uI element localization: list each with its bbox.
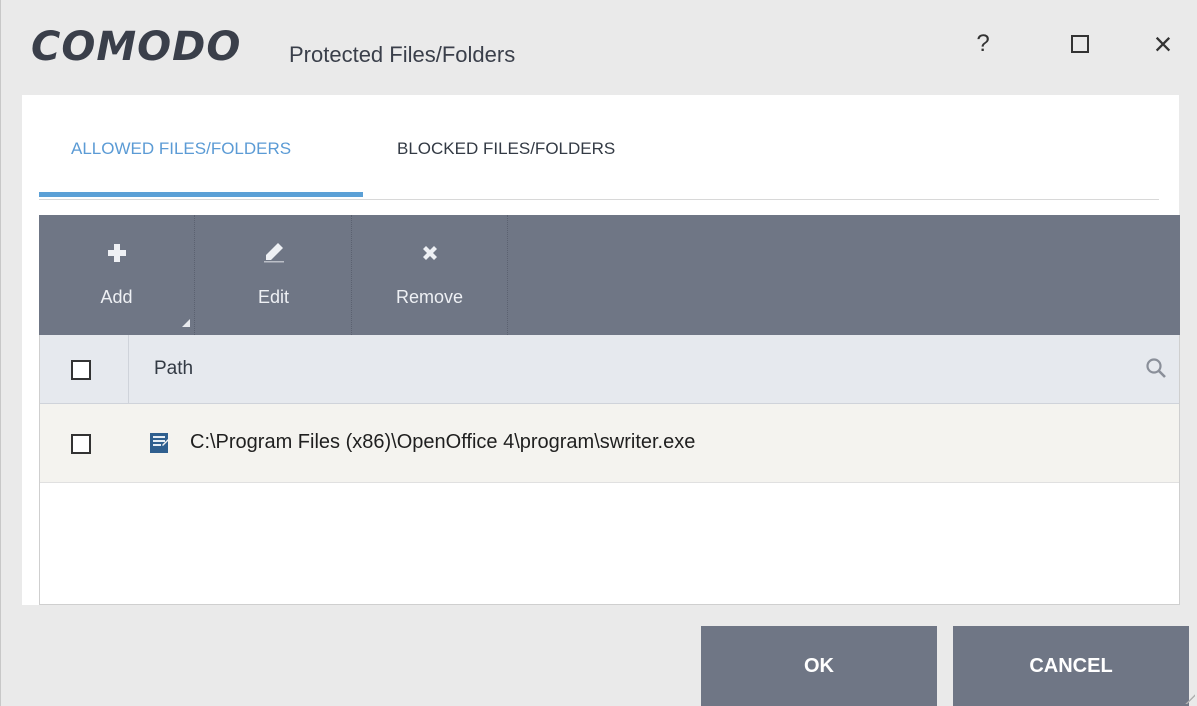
remove-label: Remove bbox=[395, 287, 464, 307]
active-tab-indicator bbox=[39, 192, 363, 197]
row-checkbox[interactable] bbox=[71, 434, 91, 454]
dropdown-arrow-icon bbox=[182, 319, 190, 327]
cancel-button[interactable]: CANCEL bbox=[953, 626, 1189, 706]
file-path: C:\Program Files (x86)\OpenOffice 4\prog… bbox=[190, 431, 696, 453]
edit-label: Edit bbox=[257, 287, 290, 307]
plus-icon bbox=[39, 239, 194, 270]
table-row[interactable]: C:\Program Files (x86)\OpenOffice 4\prog… bbox=[40, 404, 1179, 483]
column-header-path[interactable]: Path bbox=[154, 358, 193, 380]
tab-bar: ALLOWED FILES/FOLDERS BLOCKED FILES/FOLD… bbox=[39, 95, 1159, 200]
dialog-window: COMODO Protected Files/Folders ? × ALLOW… bbox=[0, 0, 1197, 706]
tab-blocked-files-folders[interactable]: BLOCKED FILES/FOLDERS bbox=[397, 139, 615, 159]
dialog-title: Protected Files/Folders bbox=[289, 42, 516, 67]
add-button[interactable]: Add bbox=[39, 215, 195, 335]
edit-button[interactable]: Edit bbox=[196, 215, 352, 335]
add-label: Add bbox=[100, 287, 133, 307]
remove-x-icon bbox=[352, 239, 507, 270]
comodo-logo: COMODO bbox=[31, 24, 242, 70]
openoffice-writer-file-icon bbox=[148, 431, 172, 455]
protected-files-table: Path C:\Program Files (x86)\OpenOffice 4… bbox=[39, 335, 1180, 605]
maximize-icon bbox=[1071, 35, 1089, 53]
pencil-icon bbox=[196, 239, 351, 270]
help-button[interactable]: ? bbox=[959, 22, 1007, 66]
close-icon: × bbox=[1153, 25, 1173, 62]
tab-allowed-files-folders[interactable]: ALLOWED FILES/FOLDERS bbox=[71, 139, 291, 159]
table-header: Path bbox=[40, 335, 1179, 404]
toolbar: Add Edit Remove bbox=[39, 215, 1180, 335]
title-bar: COMODO Protected Files/Folders ? × bbox=[1, 0, 1197, 90]
ok-button[interactable]: OK bbox=[701, 626, 937, 706]
search-icon[interactable] bbox=[1145, 357, 1167, 379]
maximize-button[interactable] bbox=[1056, 22, 1104, 66]
content-panel: ALLOWED FILES/FOLDERS BLOCKED FILES/FOLD… bbox=[22, 95, 1180, 605]
select-all-checkbox[interactable] bbox=[71, 360, 91, 380]
header-checkbox-cell bbox=[40, 335, 129, 403]
resize-grip-icon[interactable] bbox=[1185, 694, 1195, 704]
remove-button[interactable]: Remove bbox=[352, 215, 508, 335]
close-button[interactable]: × bbox=[1139, 22, 1187, 66]
help-icon: ? bbox=[976, 30, 990, 57]
